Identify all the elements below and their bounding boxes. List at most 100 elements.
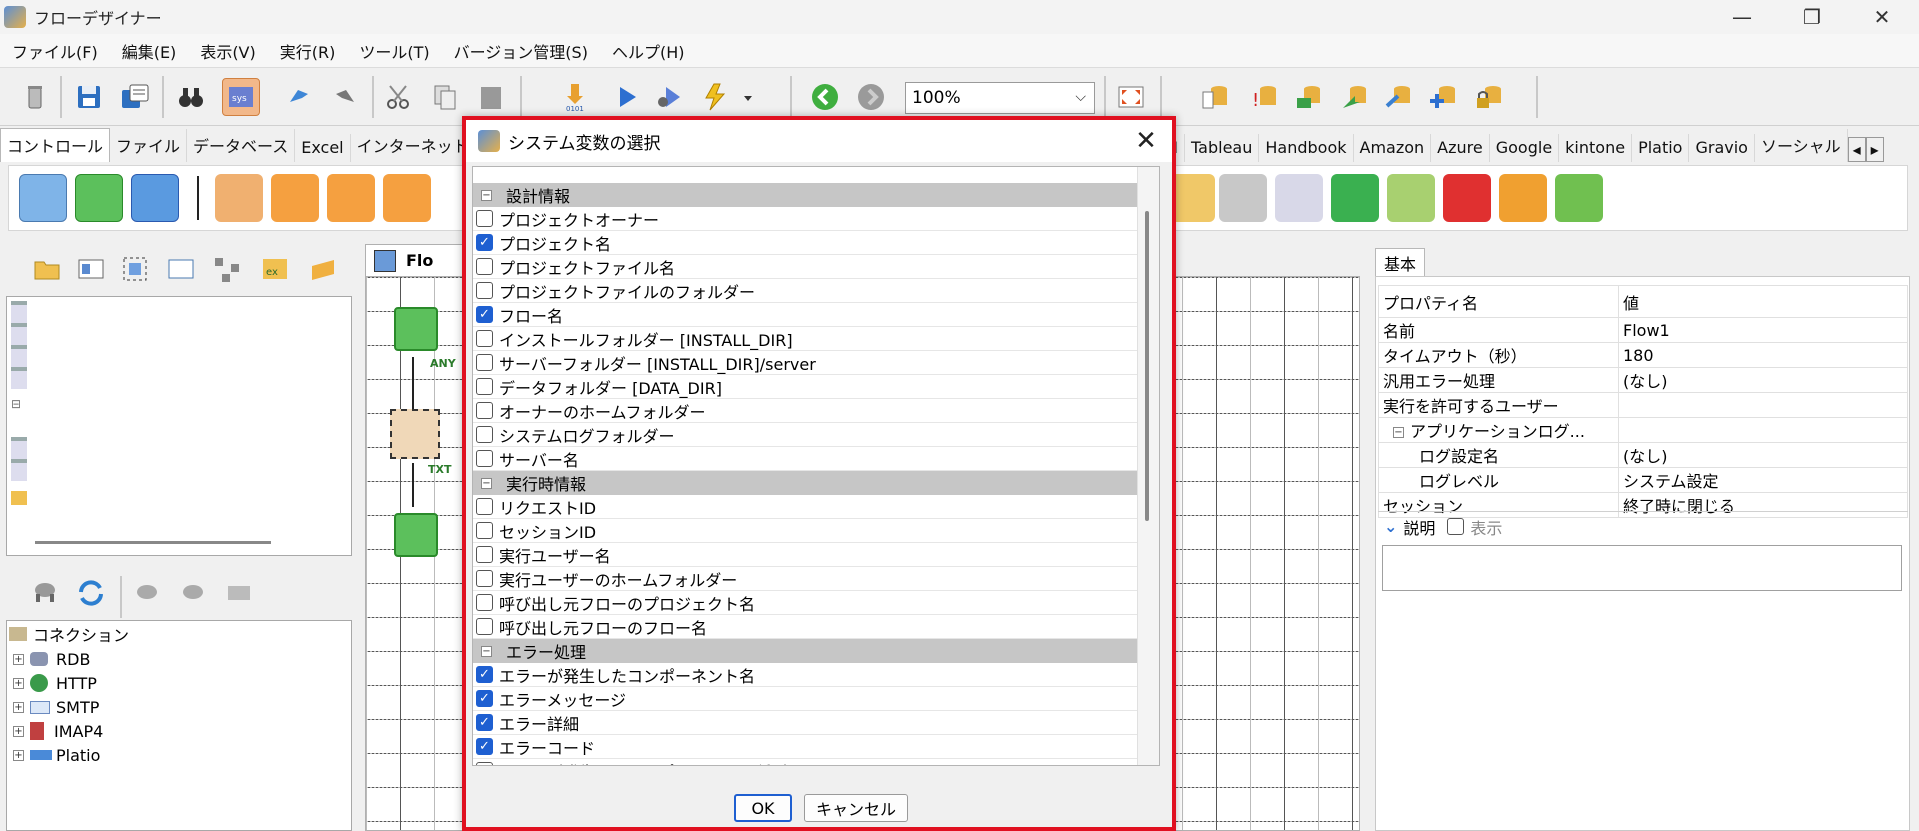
undo-icon[interactable] <box>280 78 318 116</box>
property-row[interactable]: タイムアウト（秒） 180 <box>1378 342 1908 368</box>
redo-icon[interactable] <box>326 78 364 116</box>
checkbox-checked[interactable]: ✓ <box>476 690 493 707</box>
expand-icon[interactable]: + <box>13 725 24 737</box>
regex-branch-icon[interactable] <box>383 174 431 222</box>
tab-scroll-right-icon[interactable]: ▸ <box>1865 137 1884 162</box>
ok-button[interactable]: OK <box>734 794 792 822</box>
tab-tableau[interactable]: Tableau <box>1185 134 1260 162</box>
tab-kintone[interactable]: kintone <box>1559 134 1633 162</box>
variable-item[interactable]: エラーが発生したコンポーネントの種別 <box>473 759 1139 765</box>
connection-root[interactable]: コネクション <box>9 622 129 646</box>
scrollbar-thumb[interactable] <box>1145 211 1149 521</box>
start-component[interactable] <box>394 307 438 351</box>
open-folder-icon[interactable] <box>28 250 66 288</box>
variable-item[interactable]: ✓ エラーが発生したコンポーネント名 <box>473 663 1139 687</box>
connection-test-icon[interactable] <box>220 574 258 612</box>
external-link-icon[interactable] <box>1499 174 1547 222</box>
zoom-select[interactable]: 100% ⌵ <box>905 82 1095 114</box>
property-row[interactable]: ログ設定名 (なし) <box>1378 442 1908 468</box>
checkbox[interactable] <box>476 618 493 635</box>
menu-view[interactable]: 表示(V) <box>188 39 267 63</box>
collapse-icon[interactable]: − <box>481 645 492 657</box>
cancel-button[interactable]: キャンセル <box>804 794 908 822</box>
export-excel-icon[interactable]: ex <box>256 250 294 288</box>
group-header[interactable]: − 設計情報 <box>473 183 1139 207</box>
menu-file[interactable]: ファイル(F) <box>0 39 110 63</box>
variable-item[interactable]: リクエストID <box>473 495 1139 519</box>
trigger-dropdown-icon[interactable] <box>738 78 758 116</box>
checkbox[interactable] <box>476 594 493 611</box>
expand-icon[interactable]: + <box>13 677 24 689</box>
checkbox[interactable] <box>476 498 493 515</box>
show-description-checkbox[interactable] <box>1447 518 1465 535</box>
tab-google[interactable]: Google <box>1490 134 1560 162</box>
tab-azure[interactable]: Azure <box>1431 134 1490 162</box>
checkbox[interactable] <box>476 522 493 539</box>
mapper-table-icon[interactable] <box>215 174 263 222</box>
maximize-button[interactable]: ❐ <box>1782 0 1842 34</box>
connection-tree[interactable]: コネクション + RDB + HTTP + SMTP + IMAP4 + Pla… <box>6 620 352 831</box>
variable-item[interactable]: セッションID <box>473 519 1139 543</box>
debug-run-icon[interactable] <box>650 78 688 116</box>
description-box[interactable] <box>1382 545 1902 591</box>
end-component[interactable] <box>394 513 438 557</box>
db-import-icon[interactable] <box>1380 78 1418 116</box>
tab-basic[interactable]: 基本 <box>1375 248 1425 276</box>
group-header[interactable]: − エラー処理 <box>473 639 1139 663</box>
binoculars-icon[interactable] <box>172 78 210 116</box>
expand-icon[interactable]: + <box>13 701 24 713</box>
horizontal-scrollbar[interactable] <box>35 541 271 544</box>
tab-platio[interactable]: Platio <box>1632 134 1690 162</box>
variable-item[interactable]: プロジェクトファイルのフォルダー <box>473 279 1139 303</box>
property-row[interactable]: ログレベル システム設定 <box>1378 467 1908 493</box>
flow-select-icon[interactable] <box>116 250 154 288</box>
tab-excel[interactable]: Excel <box>295 134 351 162</box>
menu-help[interactable]: ヘルプ(H) <box>600 39 697 63</box>
save-icon[interactable] <box>70 78 108 116</box>
property-row[interactable]: 汎用エラー処理 (なし) <box>1378 367 1908 393</box>
mapper-component[interactable] <box>390 409 440 459</box>
connection-item-platio[interactable]: + Platio <box>13 743 100 767</box>
variable-item[interactable]: システムログフォルダー <box>473 423 1139 447</box>
variable-item[interactable]: ✓ フロー名 <box>473 303 1139 327</box>
mapper-icon[interactable] <box>19 174 67 222</box>
tab-amazon[interactable]: Amazon <box>1354 134 1432 162</box>
tab-internet[interactable]: インターネット <box>351 129 476 162</box>
back-icon[interactable] <box>806 78 844 116</box>
variable-item[interactable]: オーナーのホームフォルダー <box>473 399 1139 423</box>
save-all-icon[interactable] <box>116 78 154 116</box>
property-row[interactable]: 実行を許可するユーザー <box>1378 392 1908 418</box>
group-header[interactable]: − 実行時情報 <box>473 471 1139 495</box>
checkbox-checked[interactable]: ✓ <box>476 714 493 731</box>
branch-icon[interactable] <box>271 174 319 222</box>
checkbox[interactable] <box>476 282 493 299</box>
checkbox[interactable] <box>476 450 493 467</box>
connection-item-imap4[interactable]: + IMAP4 <box>13 719 103 743</box>
variable-item[interactable]: ✓ エラーコード <box>473 735 1139 759</box>
checkbox-checked[interactable]: ✓ <box>476 306 493 323</box>
variable-item[interactable]: 実行ユーザー名 <box>473 543 1139 567</box>
db-add-icon[interactable] <box>1424 78 1462 116</box>
joystick-icon[interactable] <box>1275 174 1323 222</box>
variable-item[interactable]: ✓ プロジェクト名 <box>473 231 1139 255</box>
checkbox[interactable] <box>476 426 493 443</box>
variable-item[interactable]: 実行ユーザーのホームフォルダー <box>473 567 1139 591</box>
globe-icon[interactable] <box>1331 174 1379 222</box>
connection-edit-icon[interactable] <box>174 574 212 612</box>
checkbox[interactable] <box>476 378 493 395</box>
db-lock-icon[interactable] <box>1470 78 1508 116</box>
expand-icon[interactable]: + <box>13 749 24 761</box>
close-window-button[interactable]: ✕ <box>1852 0 1912 34</box>
string-branch-icon[interactable] <box>327 174 375 222</box>
db-list-icon[interactable] <box>1196 78 1234 116</box>
system-variables-icon[interactable]: sys <box>222 78 260 116</box>
upload-red-icon[interactable] <box>1443 174 1491 222</box>
checkbox[interactable] <box>476 762 493 765</box>
copy-icon[interactable] <box>426 78 464 116</box>
checkbox-checked[interactable]: ✓ <box>476 738 493 755</box>
checkbox[interactable] <box>476 330 493 347</box>
project-tree[interactable]: ⊟ <box>6 296 352 556</box>
tab-file[interactable]: ファイル <box>110 129 188 162</box>
variable-item[interactable]: 呼び出し元フローのプロジェクト名 <box>473 591 1139 615</box>
db-export-icon[interactable] <box>1336 78 1374 116</box>
